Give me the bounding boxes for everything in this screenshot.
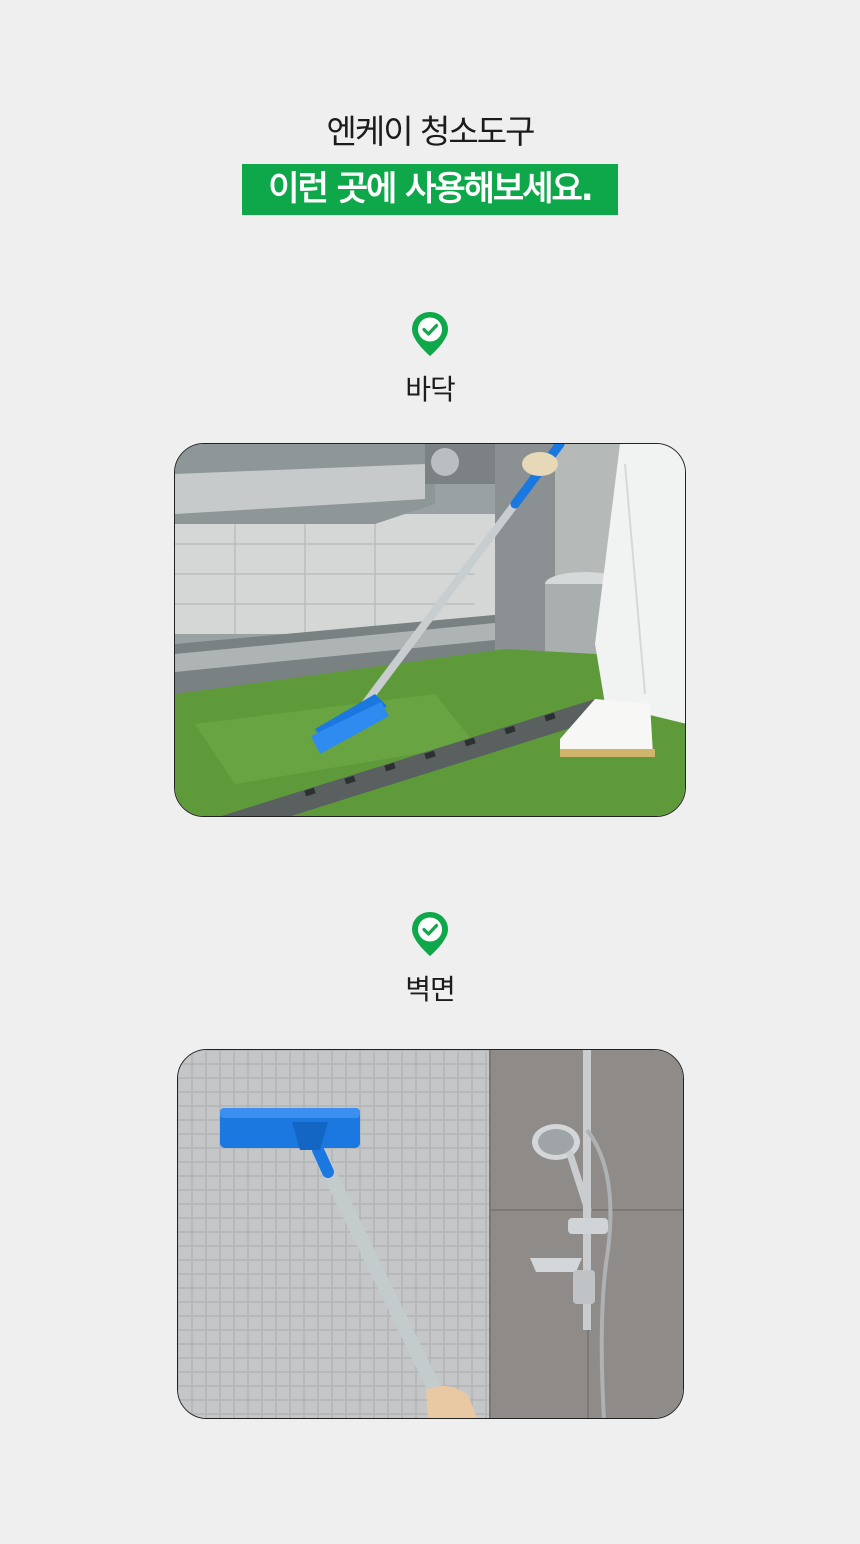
brand-subtitle: 엔케이 청소도구 — [326, 112, 535, 151]
wall-cleaning-photo — [177, 1049, 684, 1419]
location-check-icon — [412, 912, 448, 956]
floor-cleaning-photo — [174, 443, 686, 817]
location-check-icon — [412, 312, 448, 356]
section-label-floor: 바닥 — [405, 373, 456, 406]
section-label-wall: 벽면 — [405, 973, 456, 1006]
header: 엔케이 청소도구 이런 곳에 사용해보세요. — [0, 112, 860, 215]
headline-banner: 이런 곳에 사용해보세요. — [242, 164, 618, 215]
